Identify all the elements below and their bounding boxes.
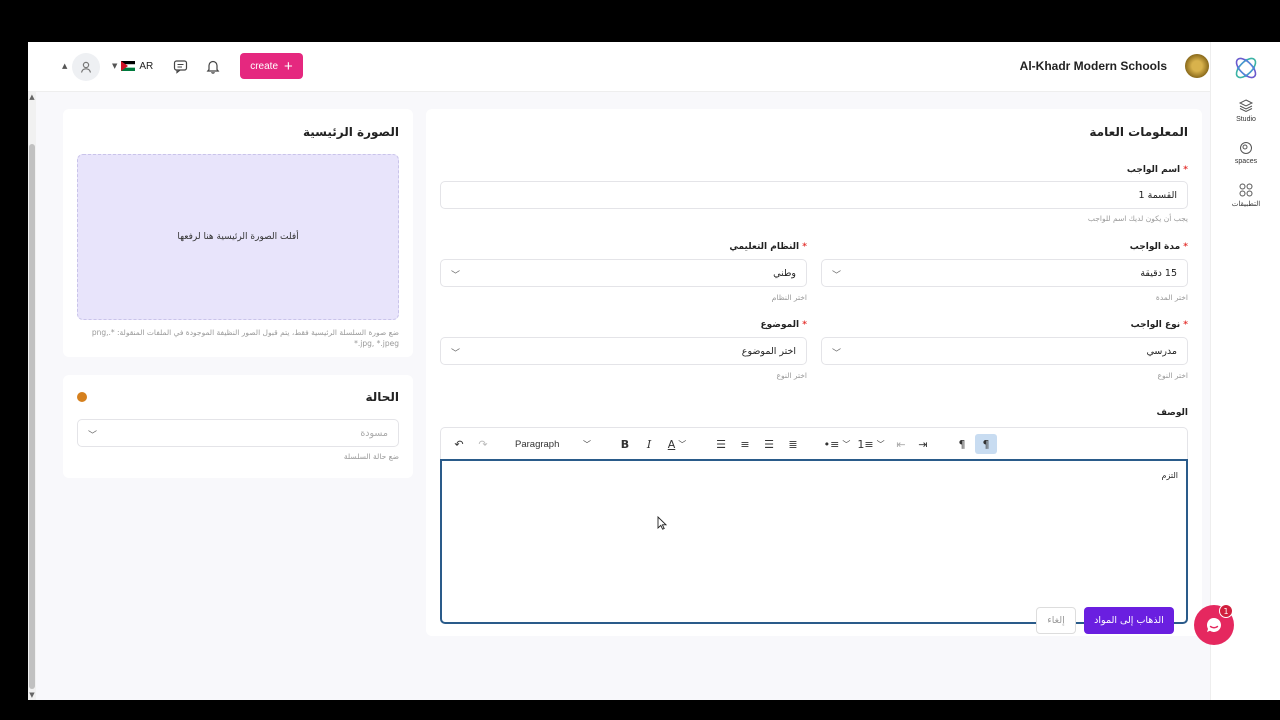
dropzone-text: أفلت الصورة الرئيسية هنا لرفعها	[177, 232, 299, 242]
text-color-icon[interactable]: A ﹀	[663, 434, 691, 454]
subject-select[interactable]: اختر الموضوع ﹀	[440, 337, 807, 365]
system-hint: اختر النظام	[771, 293, 807, 302]
bullet-list-icon[interactable]: •≡ ﹀	[823, 434, 851, 454]
chevron-down-icon: ﹀	[451, 271, 461, 281]
ltr-direction-icon[interactable]: ¶	[953, 434, 971, 454]
apps-grid-icon	[1239, 183, 1253, 197]
type-hint: اختر النوع	[1157, 371, 1189, 380]
app-logo-icon[interactable]	[1231, 53, 1261, 83]
system-label: * النظام التعليمي	[729, 242, 807, 252]
card-title: المعلومات العامة	[1089, 125, 1188, 139]
status-select[interactable]: مسودة ﹀	[77, 419, 399, 447]
go-to-materials-button[interactable]: الذهاب إلى المواد	[1084, 607, 1174, 634]
school-logo	[1185, 54, 1209, 78]
card-title: الصورة الرئيسية	[302, 125, 399, 139]
chevron-down-icon: ﹀	[832, 349, 842, 359]
name-hint: يجب أن يكون لديك اسم للواجب	[1087, 214, 1188, 223]
duration-label: * مدة الواجب	[1129, 242, 1188, 252]
align-right-icon[interactable]: ☰	[761, 434, 777, 454]
orbit-icon	[1240, 142, 1252, 154]
duration-select[interactable]: 15 دقيقة ﹀	[821, 259, 1188, 287]
status-hint: ضع حالة السلسلة	[343, 452, 399, 461]
rail-item-studio[interactable]: Studio	[1211, 98, 1280, 123]
description-label: الوصف	[1156, 408, 1188, 418]
user-icon	[80, 61, 92, 73]
description-editor[interactable]: التزم	[440, 459, 1188, 624]
card-title: الحالة	[365, 390, 399, 404]
undo-icon[interactable]: ↶	[451, 434, 467, 454]
system-select[interactable]: وطني ﹀	[440, 259, 807, 287]
image-dropzone[interactable]: أفلت الصورة الرئيسية هنا لرفعها	[77, 154, 399, 320]
create-label: create	[250, 60, 279, 72]
numbered-list-icon[interactable]: 1≡ ﹀	[857, 434, 885, 454]
align-center-icon[interactable]: ≡	[737, 434, 753, 454]
right-rail: Studio spaces التطبيقات	[1210, 42, 1280, 700]
language-switcher[interactable]: ▼ AR	[112, 58, 153, 74]
chat-icon	[1206, 617, 1221, 632]
jordan-flag-icon	[121, 61, 136, 71]
outdent-icon[interactable]: ⇤	[893, 434, 909, 454]
subject-label: * الموضوع	[760, 320, 807, 330]
align-justify-icon[interactable]: ≣	[785, 434, 801, 454]
create-button[interactable]: create +	[240, 53, 303, 79]
rail-label: التطبيقات	[1231, 201, 1261, 208]
rail-label: spaces	[1234, 158, 1258, 165]
caret-down-icon: ▼	[112, 62, 118, 70]
scrollbar[interactable]: ▲ ▼	[28, 92, 36, 700]
school-name: Al-Khadr Modern Schools	[1019, 59, 1167, 73]
cancel-button[interactable]: إلغاء	[1036, 607, 1076, 634]
layers-icon	[1238, 99, 1254, 113]
language-label: AR	[139, 60, 154, 72]
scroll-up-icon[interactable]: ▲	[28, 93, 36, 101]
align-left-icon[interactable]: ☰	[713, 434, 729, 454]
editor-content: التزم	[1161, 471, 1178, 480]
chevron-down-icon: ﹀	[832, 271, 842, 281]
duration-hint: اختر المدة	[1155, 293, 1188, 302]
main-image-card: الصورة الرئيسية أفلت الصورة الرئيسية هنا…	[63, 109, 413, 357]
main-content: المعلومات العامة * اسم الواجب القسمة 1 ي…	[28, 92, 1210, 700]
subject-hint: اختر النوع	[776, 371, 808, 380]
rtl-direction-icon[interactable]: ¶	[975, 434, 997, 454]
scroll-down-icon[interactable]: ▼	[28, 691, 36, 699]
status-dot	[77, 392, 87, 402]
italic-icon[interactable]: I	[641, 434, 657, 454]
type-label: * نوع الواجب	[1130, 320, 1188, 330]
status-card: الحالة مسودة ﹀ ضع حالة السلسلة	[63, 375, 413, 478]
scrollbar-thumb[interactable]	[29, 144, 35, 689]
chevron-down-icon: ﹀	[451, 349, 461, 359]
name-label: * اسم الواجب	[1126, 165, 1188, 175]
chevron-down-icon: ﹀	[88, 431, 98, 441]
indent-icon[interactable]: ⇥	[915, 434, 931, 454]
general-info-card: المعلومات العامة * اسم الواجب القسمة 1 ي…	[426, 109, 1202, 636]
caret-up-icon[interactable]: ▲	[62, 62, 67, 70]
bold-icon[interactable]: B	[617, 434, 633, 454]
editor-toolbar: ↶ ↷ Paragraph ﹀ B I A ﹀ ☰ ≡ ☰ ≣ •≡ ﹀ 1≡ ﹀ ⇤ …	[440, 427, 1188, 459]
chat-badge: 1	[1219, 604, 1233, 618]
name-input[interactable]: القسمة 1	[440, 181, 1188, 209]
image-hint: ضع صورة السلسلة الرئيسية فقط، يتم قبول ا…	[91, 328, 399, 348]
messages-icon[interactable]	[172, 58, 188, 74]
rail-item-apps[interactable]: التطبيقات	[1211, 182, 1280, 208]
bell-icon[interactable]	[205, 58, 221, 74]
mouse-cursor-icon	[657, 516, 667, 530]
chevron-down-icon: ﹀	[583, 439, 591, 449]
type-select[interactable]: مدرسي ﹀	[821, 337, 1188, 365]
paragraph-style-select[interactable]: Paragraph ﹀	[511, 434, 595, 454]
top-bar: ▲ ▼ AR create + Al-Khadr Modern Schools	[28, 42, 1210, 92]
rail-label: Studio	[1236, 116, 1256, 123]
plus-icon: +	[284, 57, 293, 75]
redo-icon[interactable]: ↷	[475, 434, 491, 454]
rail-item-spaces[interactable]: spaces	[1211, 140, 1280, 165]
user-avatar[interactable]	[72, 53, 100, 81]
app-window: ▲ ▼ AR create + Al-Khadr Modern Schools	[28, 42, 1280, 700]
